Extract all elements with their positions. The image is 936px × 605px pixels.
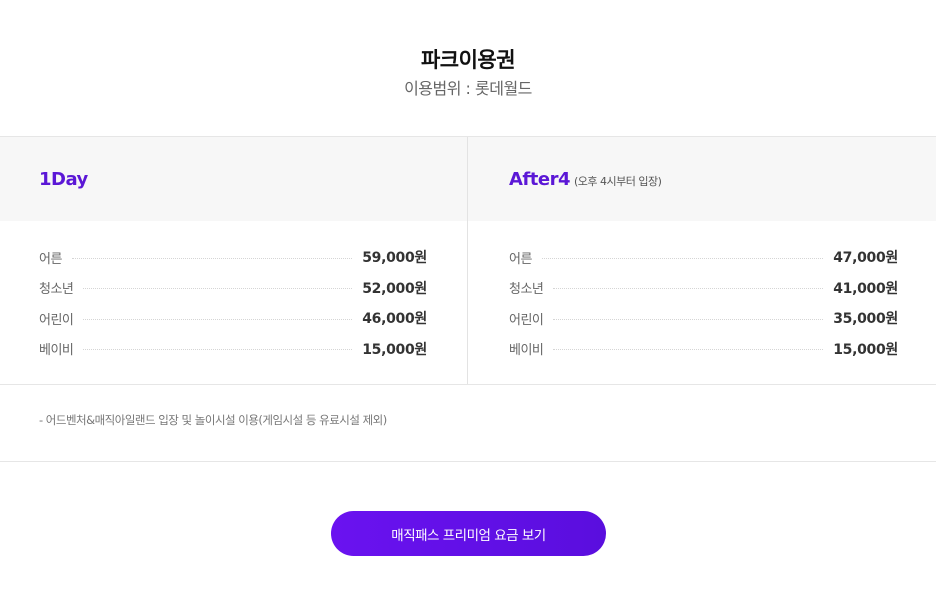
price-list: 어른 47,000원 청소년 41,000원 어린이 35,000원 베이비 1… xyxy=(468,221,936,364)
usage-notice: - 어드벤처&매직아일랜드 입장 및 놀이시설 이용(게임시설 등 유료시설 제… xyxy=(0,385,936,462)
dotted-leader xyxy=(83,318,353,320)
price-row-baby: 베이비 15,000원 xyxy=(39,334,427,365)
ticket-price: 47,000원 xyxy=(833,250,898,267)
plan-name: 1Day xyxy=(39,168,88,190)
plan-name: After4 xyxy=(509,168,570,190)
price-table: 1Day 어른 59,000원 청소년 52,000원 어린이 46,000원 … xyxy=(0,136,936,385)
ticket-type-label: 어린이 xyxy=(509,312,544,328)
price-row-child: 어린이 35,000원 xyxy=(509,303,898,334)
plan-column-after4: After4 (오후 4시부터 입장) 어른 47,000원 청소년 41,00… xyxy=(468,137,936,384)
ticket-type-label: 어른 xyxy=(39,251,62,267)
ticket-type-label: 어른 xyxy=(509,251,532,267)
ticket-price: 35,000원 xyxy=(833,311,898,328)
plan-note: (오후 4시부터 입장) xyxy=(573,175,662,188)
price-row-youth: 청소년 52,000원 xyxy=(39,273,427,304)
ticket-type-label: 어린이 xyxy=(39,312,74,328)
ticket-type-label: 베이비 xyxy=(39,343,74,359)
plan-column-1day: 1Day 어른 59,000원 청소년 52,000원 어린이 46,000원 … xyxy=(0,137,468,384)
dotted-leader xyxy=(83,349,353,351)
ticket-price: 46,000원 xyxy=(362,311,427,328)
ticket-price: 15,000원 xyxy=(362,341,427,358)
dotted-leader xyxy=(553,349,824,351)
dotted-leader xyxy=(83,288,353,290)
ticket-price: 59,000원 xyxy=(362,250,427,267)
dotted-leader xyxy=(71,257,353,259)
usage-scope: 이용범위 : 롯데월드 xyxy=(404,79,532,98)
plan-header: After4 (오후 4시부터 입장) xyxy=(468,137,936,221)
price-row-baby: 베이비 15,000원 xyxy=(509,334,898,365)
dotted-leader xyxy=(553,318,824,320)
price-row-adult: 어른 59,000원 xyxy=(39,242,427,273)
plan-header: 1Day xyxy=(0,137,467,221)
price-row-child: 어린이 46,000원 xyxy=(39,303,427,334)
price-row-adult: 어른 47,000원 xyxy=(509,242,898,273)
page-header: 파크이용권 이용범위 : 롯데월드 xyxy=(0,46,936,100)
ticket-price: 52,000원 xyxy=(362,280,427,297)
price-row-youth: 청소년 41,000원 xyxy=(509,273,898,304)
magic-pass-premium-button[interactable]: 매직패스 프리미엄 요금 보기 xyxy=(331,511,606,556)
price-list: 어른 59,000원 청소년 52,000원 어린이 46,000원 베이비 1… xyxy=(0,221,467,364)
ticket-type-label: 청소년 xyxy=(39,282,74,298)
ticket-price: 41,000원 xyxy=(833,280,898,297)
ticket-type-label: 베이비 xyxy=(509,343,544,359)
dotted-leader xyxy=(553,288,824,290)
page-title: 파크이용권 xyxy=(420,48,516,72)
ticket-type-label: 청소년 xyxy=(509,282,544,298)
dotted-leader xyxy=(541,257,824,259)
ticket-price: 15,000원 xyxy=(833,341,898,358)
